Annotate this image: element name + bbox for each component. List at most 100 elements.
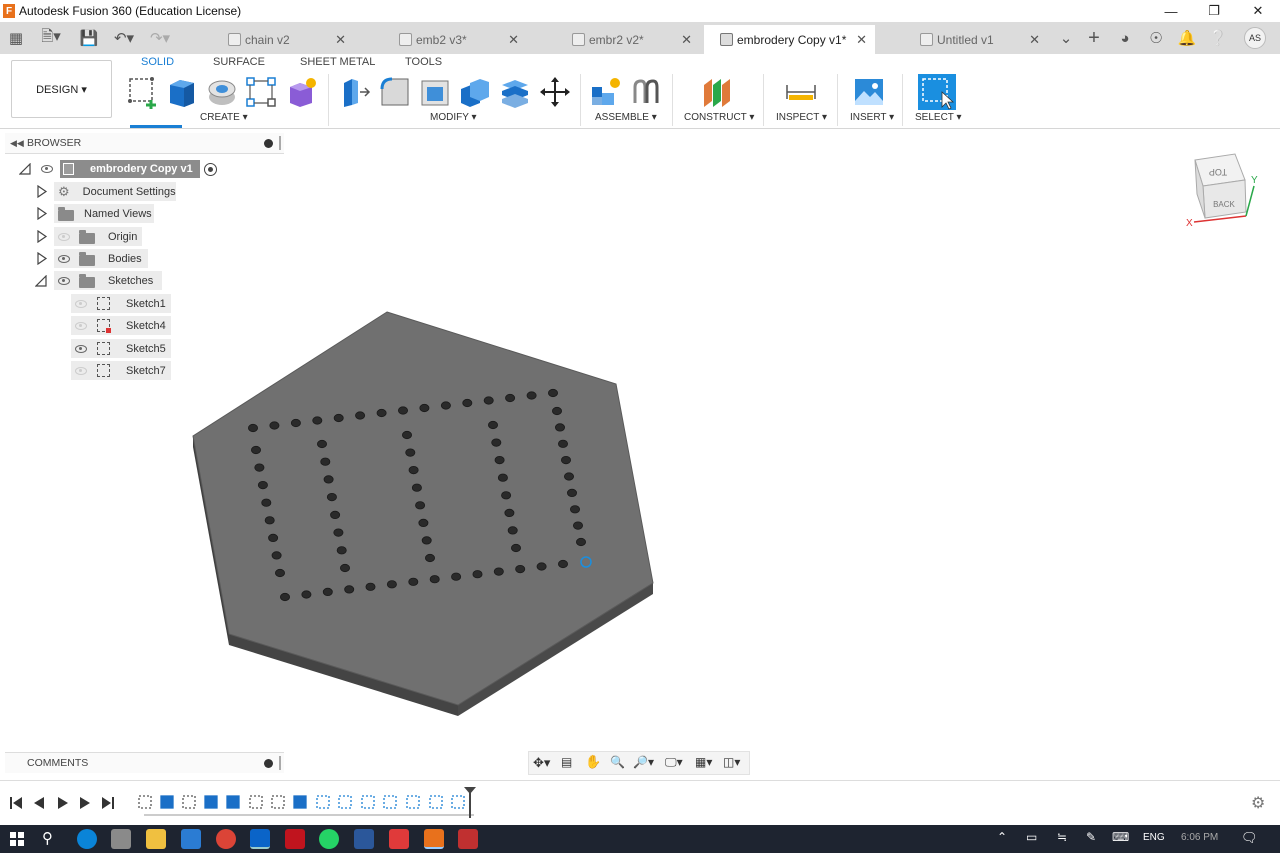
fit-window-icon[interactable]: 🔎▾ bbox=[633, 755, 654, 769]
display-settings-icon[interactable]: 🖵▾ bbox=[665, 755, 683, 770]
hole[interactable] bbox=[491, 438, 502, 447]
hole[interactable] bbox=[339, 563, 350, 573]
hole[interactable] bbox=[333, 528, 344, 537]
hole[interactable] bbox=[330, 510, 341, 520]
save-icon[interactable]: 💾 bbox=[76, 26, 102, 50]
hole[interactable] bbox=[312, 416, 323, 425]
grid-snaps-icon[interactable]: ▦▾ bbox=[695, 755, 712, 769]
notifications-bell-icon[interactable]: 🔔 bbox=[1174, 26, 1200, 50]
file-menu-icon[interactable]: 🗎▾ bbox=[34, 26, 68, 50]
hole[interactable] bbox=[408, 465, 419, 475]
hole[interactable] bbox=[501, 491, 512, 500]
hole[interactable] bbox=[507, 526, 518, 535]
visibility-eye-icon[interactable] bbox=[58, 254, 70, 263]
timeline-features[interactable] bbox=[134, 787, 484, 821]
close-tab-icon[interactable]: ✕ bbox=[856, 32, 867, 48]
hole[interactable] bbox=[548, 388, 559, 398]
hole[interactable] bbox=[573, 521, 584, 530]
edge-browser-icon[interactable] bbox=[77, 829, 97, 849]
hole[interactable] bbox=[561, 455, 572, 465]
hole[interactable] bbox=[552, 406, 563, 416]
browser-item-sketch7[interactable]: Sketch7 bbox=[71, 361, 171, 380]
expand-arrow-icon[interactable] bbox=[36, 252, 48, 265]
visibility-eye-icon[interactable] bbox=[75, 344, 87, 353]
hole[interactable] bbox=[269, 421, 280, 430]
hole[interactable] bbox=[483, 396, 494, 405]
hole[interactable] bbox=[493, 567, 504, 576]
panel-resize-handle[interactable] bbox=[279, 136, 281, 150]
tab-overflow-chevron-icon[interactable]: ⌄ bbox=[1053, 26, 1079, 50]
tab-embr2-v2[interactable]: embr2 v2* ✕ bbox=[556, 25, 700, 54]
hidden-eye-icon[interactable] bbox=[75, 321, 87, 330]
tab-solid[interactable]: SOLID bbox=[141, 56, 174, 68]
hole[interactable] bbox=[336, 546, 347, 555]
tab-chain-v2[interactable]: chain v2 ✕ bbox=[212, 25, 354, 54]
hole[interactable] bbox=[247, 423, 258, 433]
expand-triangle-icon[interactable] bbox=[35, 275, 47, 287]
hole[interactable] bbox=[424, 553, 435, 563]
hole[interactable] bbox=[418, 518, 429, 528]
create-group-label[interactable]: CREATE ▾ bbox=[200, 112, 248, 123]
tab-tools[interactable]: TOOLS bbox=[405, 56, 442, 68]
view-cube[interactable]: TOP BACK X Y bbox=[1180, 150, 1260, 230]
hole[interactable] bbox=[429, 575, 440, 584]
job-status-icon[interactable]: ☉ bbox=[1143, 26, 1169, 50]
modify-group-label[interactable]: MODIFY ▾ bbox=[430, 112, 477, 123]
taskbar-search-icon[interactable]: ⚲ bbox=[42, 829, 53, 847]
revolve-icon[interactable] bbox=[205, 75, 239, 109]
hole[interactable] bbox=[567, 488, 578, 497]
hole[interactable] bbox=[355, 411, 366, 420]
fusion-taskbar-icon[interactable] bbox=[424, 829, 444, 849]
panel-resize-handle[interactable] bbox=[279, 756, 281, 770]
hole[interactable] bbox=[510, 543, 521, 553]
orbit-icon[interactable]: ✥▾ bbox=[533, 755, 550, 771]
pattern-icon[interactable] bbox=[244, 75, 278, 109]
restore-button[interactable]: ❐ bbox=[1192, 0, 1236, 22]
collapse-panel-icon[interactable]: ◀◀ bbox=[10, 138, 24, 149]
inspect-group-label[interactable]: INSPECT ▾ bbox=[776, 112, 827, 123]
zoom-icon[interactable]: 🔍 bbox=[610, 755, 625, 769]
shell-icon[interactable] bbox=[418, 75, 452, 109]
hole[interactable] bbox=[408, 577, 419, 586]
whatsapp-icon[interactable] bbox=[319, 829, 339, 849]
new-component-icon[interactable] bbox=[589, 75, 623, 109]
select-group-label[interactable]: SELECT ▾ bbox=[915, 112, 962, 123]
browser-options-icon[interactable] bbox=[264, 138, 273, 148]
undo-icon[interactable]: ↶▾ bbox=[108, 26, 140, 50]
move-copy-icon[interactable] bbox=[538, 75, 572, 109]
close-tab-icon[interactable]: ✕ bbox=[681, 32, 692, 48]
hole[interactable] bbox=[487, 420, 498, 430]
hole[interactable] bbox=[515, 564, 526, 574]
hole[interactable] bbox=[316, 439, 327, 449]
go-to-start-icon[interactable] bbox=[10, 797, 22, 809]
windows-start-icon[interactable] bbox=[10, 832, 24, 846]
browser-item-sketches[interactable]: Sketches bbox=[54, 271, 162, 290]
measure-icon[interactable] bbox=[784, 75, 818, 109]
browser-item-sketch5[interactable]: Sketch5 bbox=[71, 339, 171, 358]
visibility-eye-icon[interactable] bbox=[58, 276, 70, 285]
word-icon[interactable] bbox=[354, 829, 374, 849]
hole[interactable] bbox=[333, 413, 344, 423]
hole[interactable] bbox=[250, 445, 261, 455]
expand-arrow-icon[interactable] bbox=[36, 207, 48, 220]
hole[interactable] bbox=[264, 516, 275, 525]
add-comment-icon[interactable] bbox=[264, 758, 273, 768]
close-window-button[interactable]: ✕ bbox=[1236, 0, 1280, 22]
browser-item-sketch1[interactable]: Sketch1 bbox=[71, 294, 171, 313]
close-tab-icon[interactable]: ✕ bbox=[335, 32, 346, 48]
hidden-eye-icon[interactable] bbox=[75, 366, 87, 375]
construct-group-label[interactable]: CONSTRUCT ▾ bbox=[684, 112, 754, 123]
hole[interactable] bbox=[472, 570, 483, 579]
hole[interactable] bbox=[505, 393, 516, 403]
3d-viewport[interactable] bbox=[0, 130, 1280, 775]
viewports-icon[interactable]: ◫▾ bbox=[723, 755, 740, 769]
browser-item-origin[interactable]: Origin bbox=[54, 227, 142, 246]
tray-overflow-chevron-icon[interactable]: ⌃ bbox=[997, 830, 1007, 844]
wifi-icon[interactable]: ≒ bbox=[1057, 830, 1067, 844]
hole[interactable] bbox=[504, 508, 515, 518]
battery-icon[interactable]: ▭ bbox=[1026, 830, 1037, 844]
hole[interactable] bbox=[555, 423, 566, 432]
taskbar-app-red-icon[interactable] bbox=[285, 829, 305, 849]
taskbar-app-icon[interactable] bbox=[458, 829, 478, 849]
hole[interactable] bbox=[386, 580, 397, 589]
